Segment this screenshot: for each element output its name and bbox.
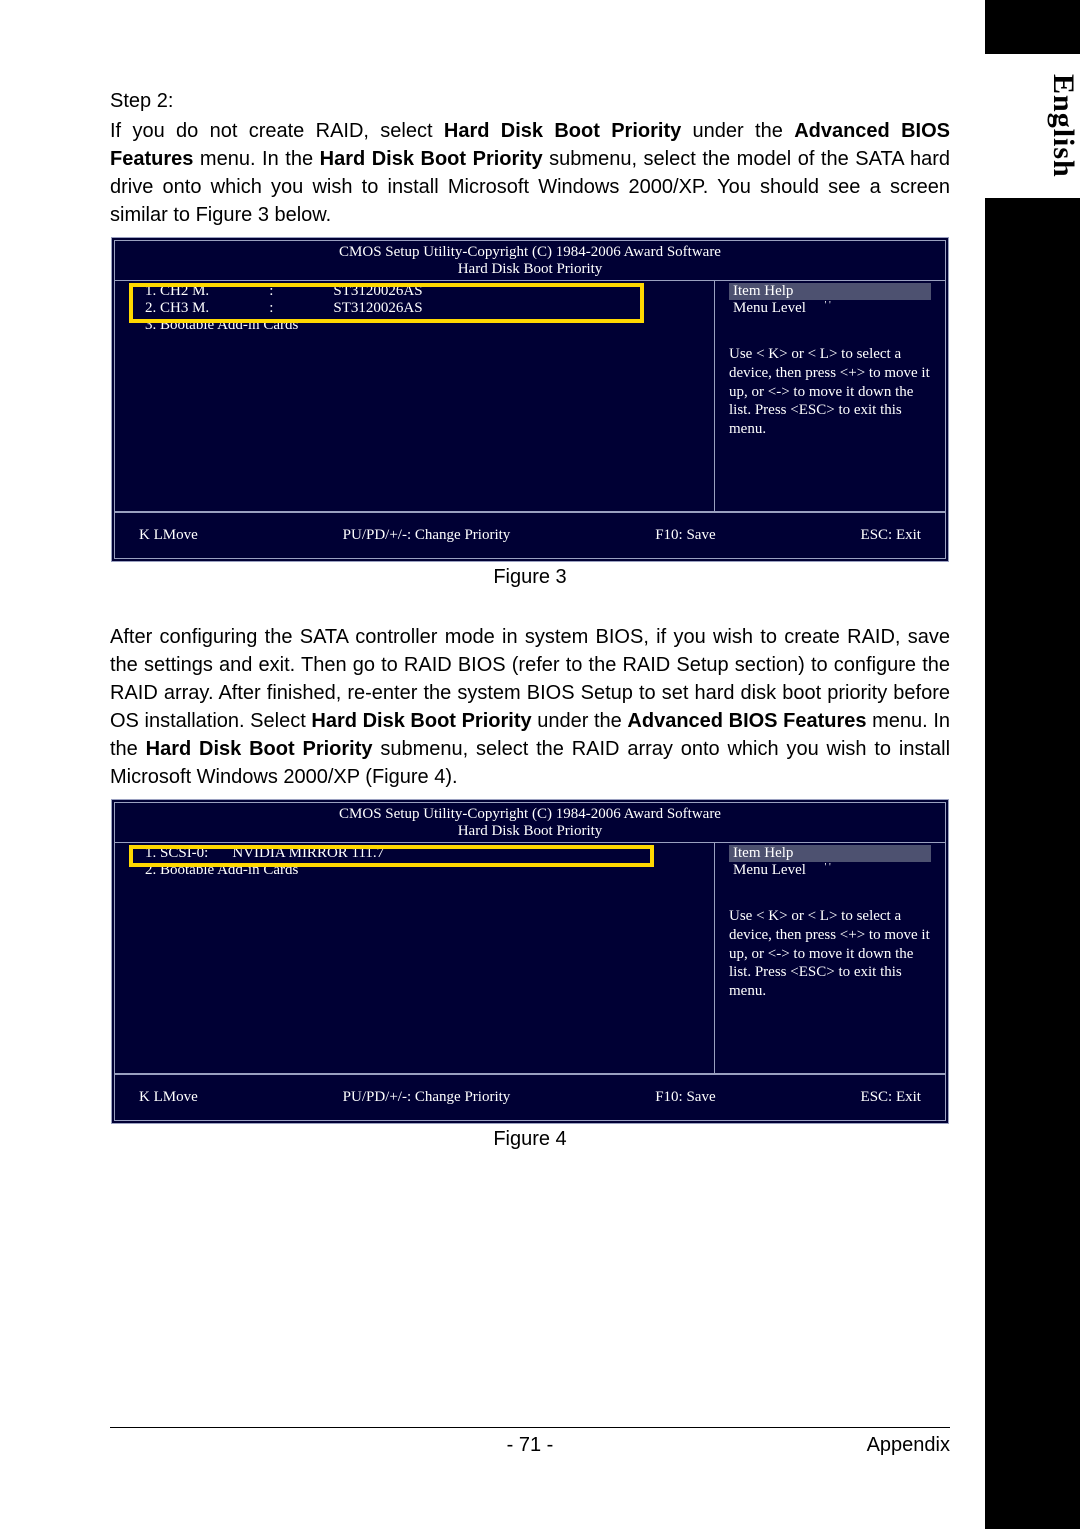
step2-t2: under the xyxy=(681,120,794,142)
bios-subtitle: Hard Disk Boot Priority xyxy=(115,823,945,843)
step2-b1: Hard Disk Boot Priority xyxy=(444,120,681,142)
step2-b3: Hard Disk Boot Priority xyxy=(320,148,543,170)
cell: : xyxy=(269,300,333,317)
bios-figure-4: CMOS Setup Utility-Copyright (C) 1984-20… xyxy=(111,799,949,1124)
side-tab-language: English xyxy=(985,54,1080,198)
bios-left-panel-fig4: 1. SCSI-0:NVIDIA MIRROR 111.7 2. Bootabl… xyxy=(115,843,715,1073)
bios-row: 1. SCSI-0:NVIDIA MIRROR 111.7 xyxy=(145,845,444,862)
footer-change: PU/PD/+/-: Change Priority xyxy=(343,1089,511,1106)
footer-move: K LMove xyxy=(139,1089,198,1106)
cell: 3. Bootable Add-in Cards xyxy=(145,317,483,334)
item-help-header: Item Help xyxy=(729,283,931,300)
page-body: Step 2: If you do not create RAID, selec… xyxy=(110,90,950,1151)
step2-t3: menu. In the xyxy=(193,148,319,170)
bios-footer: K LMove PU/PD/+/-: Change Priority F10: … xyxy=(115,1073,945,1120)
bios-title: CMOS Setup Utility-Copyright (C) 1984-20… xyxy=(115,803,945,823)
side-tab-black: English xyxy=(985,0,1080,1529)
menu-level: Menu Level ' ' xyxy=(729,862,931,879)
cell: 2. Bootable Add-in Cards xyxy=(145,862,444,879)
cell: ST3120026AS xyxy=(333,283,482,300)
item-help-header: Item Help xyxy=(729,845,931,862)
page-number: - 71 - xyxy=(507,1434,554,1457)
bios-subtitle: Hard Disk Boot Priority xyxy=(115,261,945,281)
bios-right-panel-fig3: Item Help Menu Level ' ' Use < K> or < L… xyxy=(715,281,945,511)
help-text: Use < K> or < L> to select a device, the… xyxy=(729,345,931,439)
footer-move: K LMove xyxy=(139,527,198,544)
footer-change: PU/PD/+/-: Change Priority xyxy=(343,527,511,544)
figure-3-label: Figure 3 xyxy=(110,566,950,589)
footer-exit: ESC: Exit xyxy=(861,527,921,544)
menu-level: Menu Level ' ' xyxy=(729,300,931,317)
footer-section: Appendix xyxy=(867,1434,950,1457)
cell: 1. CH2 M. xyxy=(145,283,269,300)
cell: NVIDIA MIRROR 111.7 xyxy=(232,845,444,862)
cell: 2. CH3 M. xyxy=(145,300,269,317)
bios-title: CMOS Setup Utility-Copyright (C) 1984-20… xyxy=(115,241,945,261)
step2-title: Step 2: xyxy=(110,90,950,113)
mid-b1: Hard Disk Boot Priority xyxy=(311,710,531,732)
step2-paragraph: If you do not create RAID, select Hard D… xyxy=(110,117,950,229)
footer-save: F10: Save xyxy=(655,527,715,544)
cell: : xyxy=(269,283,333,300)
mid-b3: Hard Disk Boot Priority xyxy=(146,738,373,760)
mid-paragraph: After configuring the SATA controller mo… xyxy=(110,623,950,791)
page-footer: - 71 - Appendix xyxy=(110,1427,950,1457)
cell: 1. SCSI-0: xyxy=(145,845,232,862)
step2-t1: If you do not create RAID, select xyxy=(110,120,444,142)
bios-figure-3: CMOS Setup Utility-Copyright (C) 1984-20… xyxy=(111,237,949,562)
help-text: Use < K> or < L> to select a device, the… xyxy=(729,907,931,1001)
bios-row: 3. Bootable Add-in Cards xyxy=(145,317,483,334)
mid-b2: Advanced BIOS Features xyxy=(627,710,866,732)
bios-right-panel-fig4: Item Help Menu Level ' ' Use < K> or < L… xyxy=(715,843,945,1073)
footer-exit: ESC: Exit xyxy=(861,1089,921,1106)
bios-row: 2. CH3 M.:ST3120026AS xyxy=(145,300,483,317)
bios-row: 1. CH2 M.:ST3120026AS xyxy=(145,283,483,300)
bios-row: 2. Bootable Add-in Cards xyxy=(145,862,444,879)
footer-save: F10: Save xyxy=(655,1089,715,1106)
bios-footer: K LMove PU/PD/+/-: Change Priority F10: … xyxy=(115,511,945,558)
mid-t2: under the xyxy=(532,710,628,732)
cell: ST3120026AS xyxy=(333,300,482,317)
figure-4-label: Figure 4 xyxy=(110,1128,950,1151)
bios-left-panel-fig3: 1. CH2 M.:ST3120026AS 2. CH3 M.:ST312002… xyxy=(115,281,715,511)
